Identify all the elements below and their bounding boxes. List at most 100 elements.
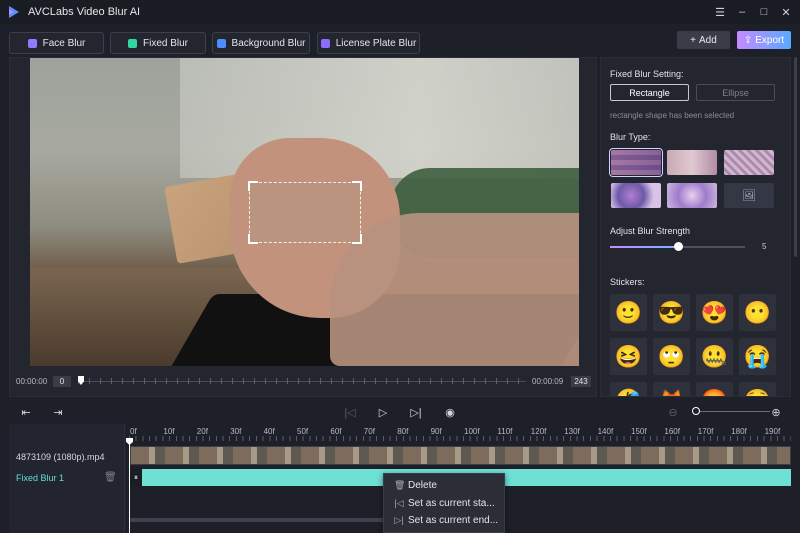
track-header-column: 4873109 (1080p).mp4 Fixed Blur 1 🗑 [9, 424, 125, 533]
zoom-slider[interactable] [696, 411, 770, 412]
blur-type-gaussian[interactable] [667, 150, 717, 175]
sticker-heart-eyes[interactable]: 😍 [696, 294, 733, 331]
track-name-fixed-blur[interactable]: Fixed Blur 1 [16, 473, 64, 483]
ruler-label: 170f [697, 427, 714, 436]
menu-item-delete[interactable]: 🗑 Delete [394, 480, 437, 491]
export-button[interactable]: ⇪ Export [737, 31, 791, 49]
fixed-blur-icon [127, 38, 137, 48]
license-plate-blur-button[interactable]: License Plate Blur [317, 32, 420, 54]
license-plate-blur-label: License Plate Blur [335, 37, 417, 49]
drag-handle-icon[interactable]: ⏸ [130, 469, 142, 486]
blur-type-grain[interactable] [724, 150, 774, 175]
close-icon[interactable]: ✕ [778, 4, 794, 20]
video-preview[interactable] [30, 58, 579, 366]
eye-icon[interactable]: ◉ [443, 405, 457, 419]
menu-item-label: Delete [408, 480, 437, 491]
ruler-label: 20f [196, 427, 208, 436]
set-end-icon: ▷| [394, 515, 404, 525]
ruler-label: 100f [464, 427, 480, 436]
playhead[interactable] [129, 438, 130, 533]
frame-end-field[interactable]: 243 [571, 376, 591, 387]
ruler-label: 140f [597, 427, 614, 436]
face-icon [27, 38, 37, 48]
sticker-sunglasses[interactable]: 😎 [653, 294, 690, 331]
sticker-laugh[interactable]: 😆 [610, 338, 647, 375]
strength-label: Adjust Blur Strength [610, 226, 691, 236]
ruler-label: 180f [731, 427, 747, 436]
maximize-icon[interactable]: □ [756, 4, 772, 20]
face-blur-label: Face Blur [42, 37, 86, 49]
time-end: 00:00:09 [532, 377, 564, 386]
image-icon: 🖼 [742, 190, 756, 202]
background-blur-button[interactable]: Background Blur [212, 32, 310, 54]
sticker-angry[interactable]: 😡 [696, 382, 733, 396]
split-left-icon[interactable]: ⇤ [19, 405, 33, 419]
ruler-label: 190f [764, 427, 781, 436]
blur-selection-box[interactable] [248, 181, 362, 244]
strength-value: 5 [762, 242, 767, 251]
strength-slider-handle[interactable] [673, 242, 683, 251]
stickers-label: Stickers: [610, 277, 645, 287]
ruler-label: 60f [330, 427, 342, 436]
fixed-blur-label: Fixed Blur [142, 37, 188, 49]
timeline-toolbar: ⇤ ⇥ |◁ ▷ ▷| ◉ ⊖ ⊕ [9, 401, 791, 423]
ruler-label: 130f [564, 427, 580, 436]
preview-area: 00:00:00 0 00:00:09 243 [9, 57, 597, 397]
fixed-setting-label: Fixed Blur Setting: [610, 69, 684, 79]
export-icon: ⇪ [743, 34, 753, 46]
blur-type-mosaic[interactable] [609, 148, 663, 177]
prev-frame-icon[interactable]: |◁ [343, 405, 357, 419]
blur-type-crystal[interactable] [667, 183, 717, 208]
timeline-scrollbar[interactable] [130, 518, 410, 522]
playhead-handle[interactable] [126, 438, 133, 445]
video-clip-strip[interactable] [130, 446, 791, 465]
ruler-label: 160f [664, 427, 680, 436]
resize-handle-bl[interactable] [248, 234, 258, 244]
ruler-label: 0f [130, 427, 137, 436]
export-label: Export [755, 34, 785, 46]
timeline-ruler[interactable]: 0f 10f 20f 30f 40f 50f 60f 70f 80f 90f 100f 110f 120… [129, 424, 791, 442]
sticker-smile[interactable]: 🙂 [610, 294, 647, 331]
sticker-rofl[interactable]: 🤣 [610, 382, 647, 396]
context-menu: 🗑 Delete |◁ Set as current sta... ▷| Set… [383, 473, 505, 533]
add-button[interactable]: + Add [677, 31, 730, 49]
ellipse-button[interactable]: Ellipse [696, 84, 775, 101]
menu-icon[interactable]: ☰ [712, 4, 728, 20]
fixed-blur-button[interactable]: Fixed Blur [110, 32, 206, 54]
zoom-slider-handle[interactable] [692, 407, 700, 415]
set-start-icon: |◁ [394, 498, 404, 508]
resize-handle-tl[interactable] [248, 181, 258, 191]
face-blur-button[interactable]: Face Blur [9, 32, 104, 54]
minimize-icon[interactable]: – [734, 4, 750, 20]
rectangle-button[interactable]: Rectangle [610, 84, 689, 101]
sticker-dizzy[interactable]: 😵 [739, 382, 776, 396]
sticker-fox[interactable]: 🦊 [653, 382, 690, 396]
zoom-in-icon[interactable]: ⊕ [769, 405, 783, 419]
menu-item-set-end[interactable]: ▷| Set as current end... [394, 515, 498, 526]
resize-handle-br[interactable] [352, 234, 362, 244]
play-icon[interactable]: ▷ [376, 405, 390, 419]
trash-icon[interactable]: 🗑 [104, 472, 117, 483]
plus-icon: + [690, 34, 697, 46]
window-controls: ☰ – □ ✕ [712, 0, 794, 24]
next-frame-icon[interactable]: ▷| [409, 405, 423, 419]
split-right-icon[interactable]: ⇥ [51, 405, 65, 419]
trash-icon: 🗑 [394, 480, 406, 490]
panel-scrollbar[interactable] [794, 57, 797, 257]
blur-type-image[interactable]: 🖼 [724, 183, 774, 208]
resize-handle-tr[interactable] [352, 181, 362, 191]
ruler-label: 120f [530, 427, 547, 436]
frame-start-field[interactable]: 0 [53, 376, 71, 387]
sticker-zipper[interactable]: 🤐 [696, 338, 733, 375]
blur-type-swirl[interactable] [611, 183, 661, 208]
ruler-label: 80f [397, 427, 409, 436]
sticker-eye-roll[interactable]: 🙄 [653, 338, 690, 375]
sticker-cry[interactable]: 😭 [739, 338, 776, 375]
ruler-label: 30f [230, 427, 242, 436]
menu-item-set-start[interactable]: |◁ Set as current sta... [394, 498, 494, 509]
zoom-out-icon[interactable]: ⊖ [666, 405, 680, 419]
time-start: 00:00:00 [16, 377, 48, 386]
ruler-label: 90f [430, 427, 442, 436]
menu-item-label: Set as current end... [408, 515, 499, 526]
sticker-neutral[interactable]: 😶 [739, 294, 776, 331]
